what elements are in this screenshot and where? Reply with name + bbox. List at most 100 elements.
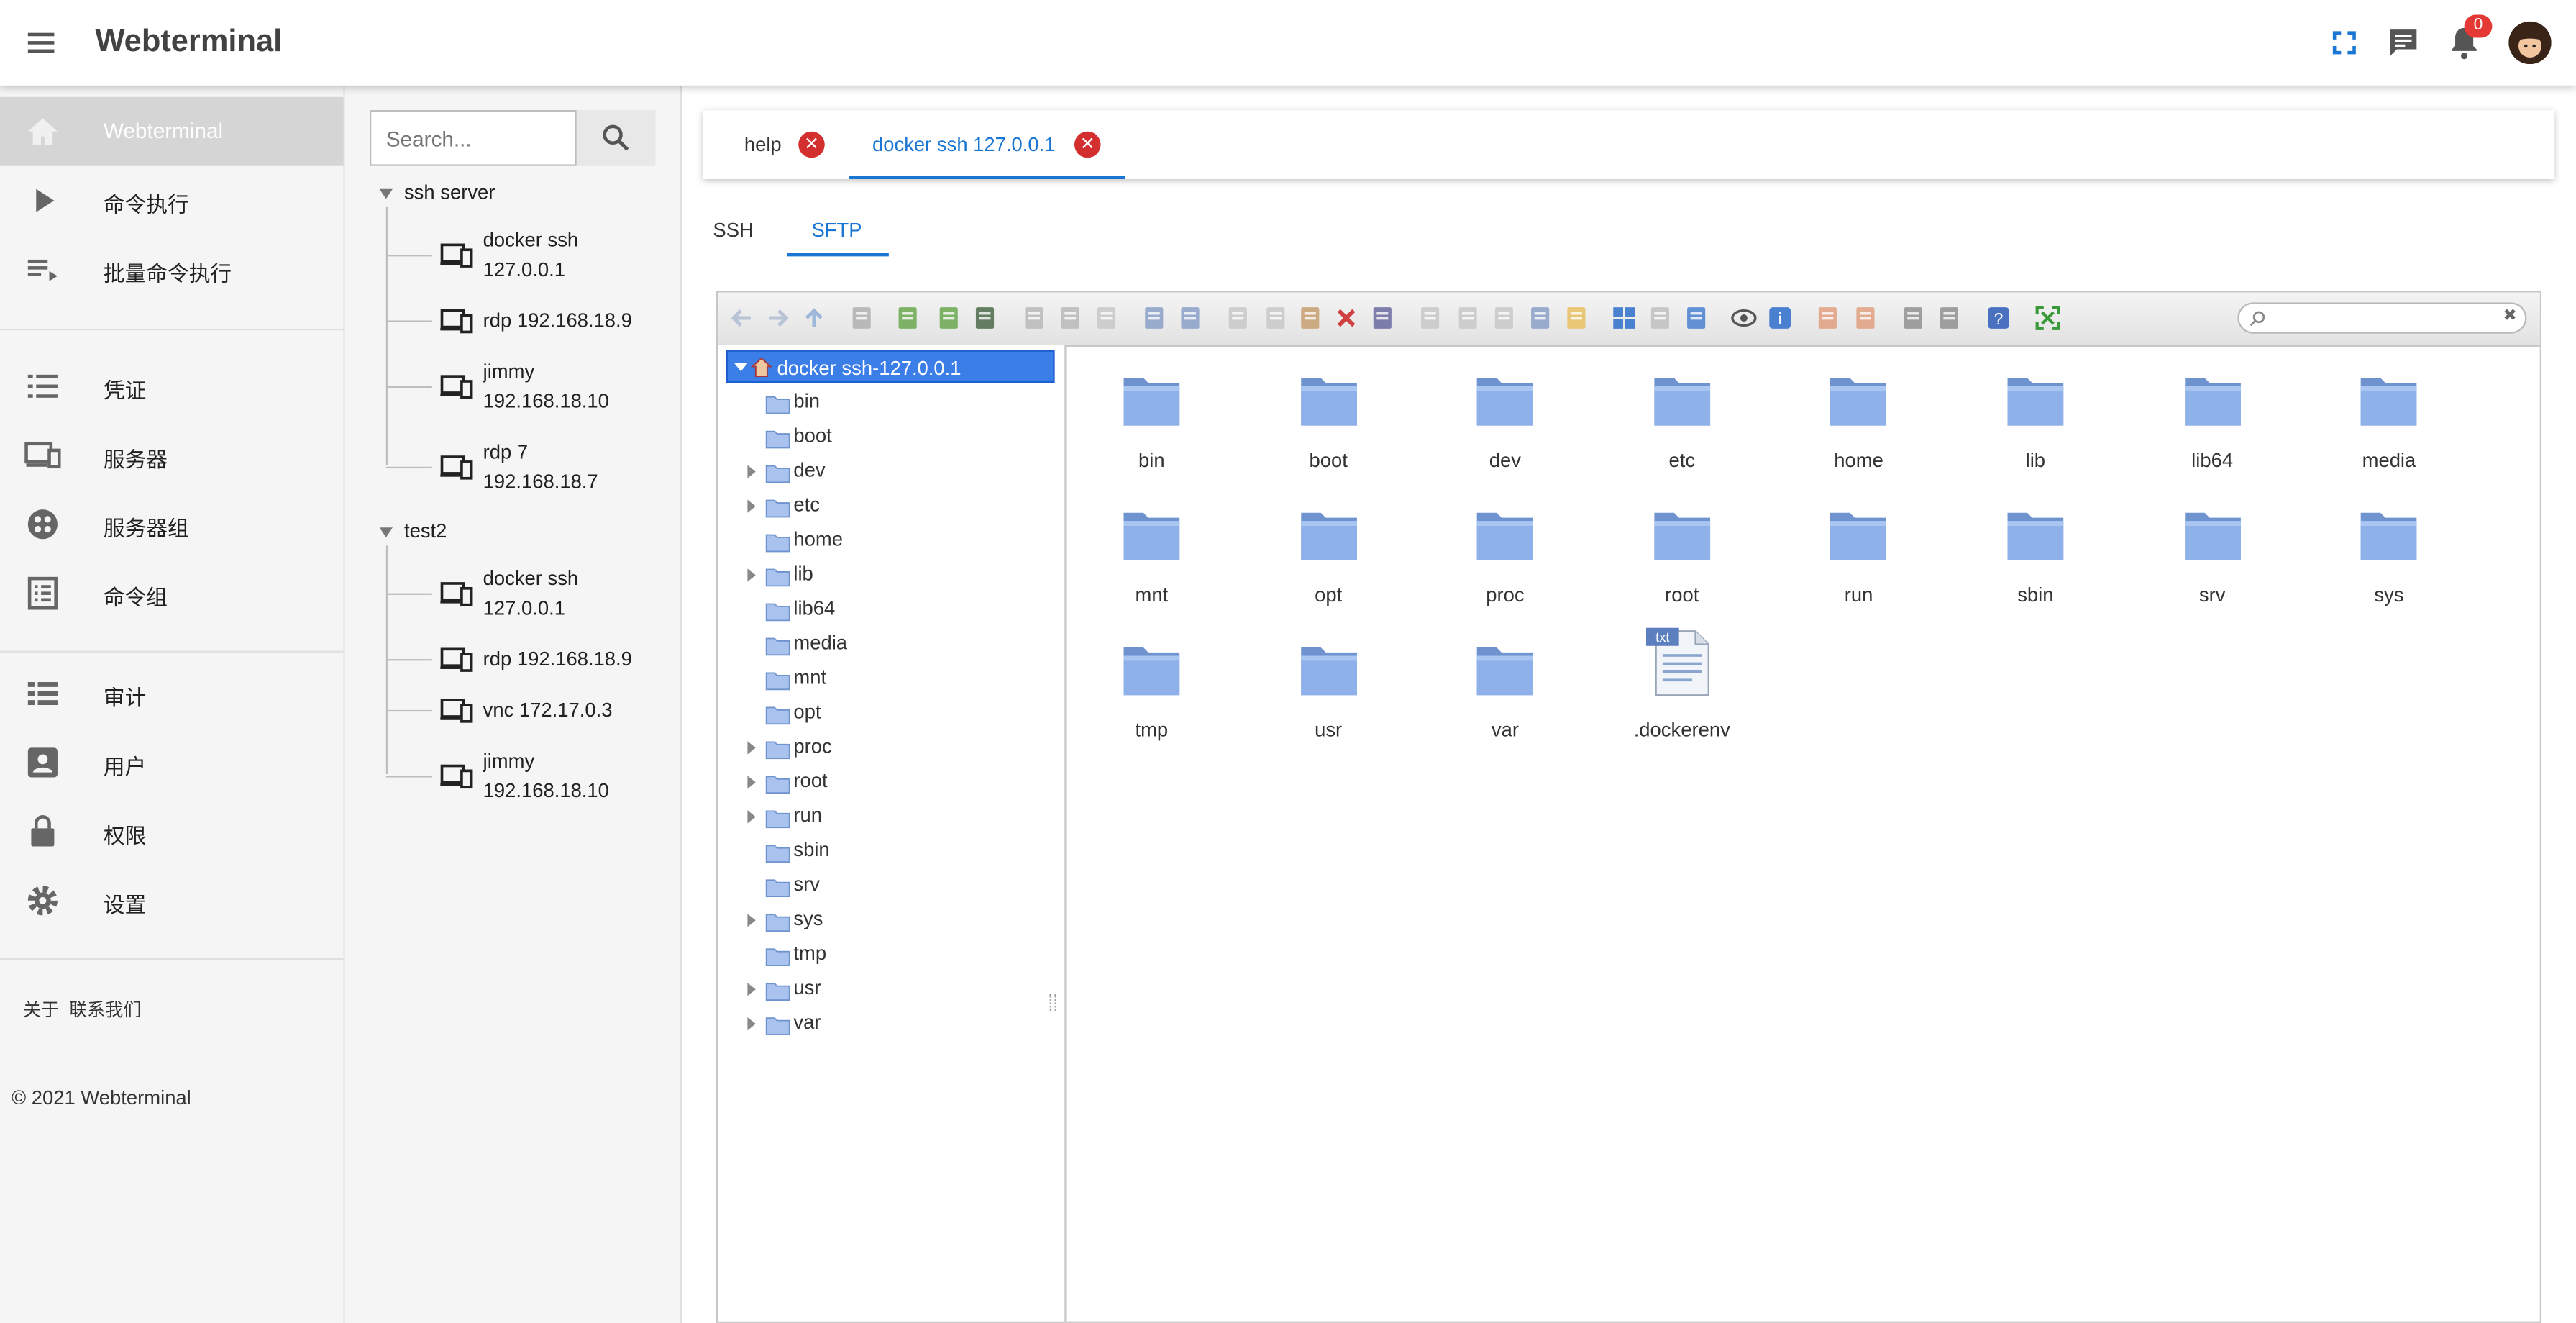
tree-dir-item[interactable]: home	[718, 522, 1063, 557]
folder-item[interactable]: root	[1600, 493, 1764, 624]
download-icon[interactable]	[1056, 304, 1084, 332]
nav-item-4[interactable]: 服务器	[0, 421, 343, 490]
tree-dir-item[interactable]: mnt	[718, 660, 1063, 695]
fullscreen-icon[interactable]	[2324, 23, 2364, 63]
close-tab-icon[interactable]: ✕	[1074, 131, 1101, 158]
nav-item-2[interactable]: 批量命令执行	[0, 235, 343, 304]
server-node[interactable]: jimmy 192.168.18.10	[440, 357, 670, 416]
cut-icon[interactable]	[1261, 304, 1289, 332]
server-group-0[interactable]: ssh server	[379, 181, 495, 204]
back-icon[interactable]	[728, 304, 756, 332]
nav-item-8[interactable]: 用户	[0, 728, 343, 797]
expand-arrow-icon[interactable]	[747, 914, 756, 927]
expand-arrow-icon[interactable]	[747, 465, 756, 478]
tree-dir-item[interactable]: sbin	[718, 833, 1063, 868]
tree-dir-item[interactable]: var	[718, 1006, 1063, 1040]
delete-icon[interactable]	[1333, 304, 1361, 332]
folder-item[interactable]: proc	[1423, 493, 1587, 624]
file-search-input[interactable]: ✖	[2237, 302, 2527, 334]
server-node[interactable]: rdp 192.168.18.9	[440, 644, 670, 673]
tree-dir-item[interactable]: usr	[718, 971, 1063, 1006]
icons-view-icon[interactable]	[1610, 304, 1638, 332]
tree-dir-item[interactable]: opt	[718, 695, 1063, 729]
chat-icon[interactable]	[2384, 23, 2424, 63]
tab-ssh[interactable]: SSH	[703, 204, 769, 256]
folder-item[interactable]: boot	[1246, 358, 1410, 490]
extract-icon[interactable]	[1562, 304, 1590, 332]
edit-icon[interactable]	[1490, 304, 1518, 332]
tree-dir-item[interactable]: proc	[718, 729, 1063, 764]
forward-icon[interactable]	[764, 304, 792, 332]
server-node[interactable]: rdp 192.168.18.9	[440, 306, 670, 335]
tab-docker-ssh[interactable]: docker ssh 127.0.0.1 ✕	[849, 110, 1125, 179]
avatar[interactable]	[2508, 21, 2552, 65]
redo-icon[interactable]	[1177, 304, 1205, 332]
menu-icon[interactable]	[22, 23, 61, 63]
nav-item-3[interactable]: 凭证	[0, 352, 343, 421]
duplicate-icon[interactable]	[1416, 304, 1444, 332]
undo-icon[interactable]	[1140, 304, 1168, 332]
folder-item[interactable]: var	[1423, 628, 1587, 760]
sort-icon[interactable]	[1899, 304, 1927, 332]
tree-dir-item[interactable]: run	[718, 799, 1063, 833]
tab-sftp[interactable]: SFTP	[787, 204, 889, 257]
tree-root-node[interactable]: docker ssh-127.0.0.1	[726, 350, 1055, 383]
nav-item-1[interactable]: 命令执行	[0, 166, 343, 235]
preview-icon[interactable]	[1730, 304, 1758, 332]
folder-item[interactable]: media	[2307, 358, 2471, 490]
folder-item[interactable]: etc	[1600, 358, 1764, 490]
server-group-1[interactable]: test2	[379, 519, 447, 542]
archive-icon[interactable]	[1814, 304, 1842, 332]
nav-item-5[interactable]: 服务器组	[0, 490, 343, 559]
tree-dir-item[interactable]: root	[718, 764, 1063, 799]
tree-dir-item[interactable]: srv	[718, 868, 1063, 902]
server-node[interactable]: rdp 7 192.168.18.7	[440, 437, 670, 496]
tree-dir-item[interactable]: tmp	[718, 937, 1063, 971]
up-icon[interactable]	[800, 304, 828, 332]
expand-arrow-icon[interactable]	[747, 810, 756, 824]
paste-icon[interactable]	[1296, 304, 1324, 332]
tree-dir-item[interactable]: etc	[718, 488, 1063, 522]
folder-item[interactable]: lib	[1953, 358, 2117, 490]
extract-archive-icon[interactable]	[1852, 304, 1880, 332]
rename-icon[interactable]	[1454, 304, 1482, 332]
tree-dir-item[interactable]: dev	[718, 453, 1063, 488]
tree-dir-item[interactable]: lib	[718, 557, 1063, 591]
info-icon[interactable]: i	[1766, 304, 1794, 332]
tree-dir-item[interactable]: bin	[718, 385, 1063, 419]
tree-dir-item[interactable]: sys	[718, 902, 1063, 937]
tree-dir-item[interactable]: media	[718, 626, 1063, 660]
fullscreen-icon[interactable]	[2034, 304, 2062, 332]
nav-item-9[interactable]: 权限	[0, 797, 343, 866]
folder-item[interactable]: mnt	[1069, 493, 1233, 624]
help-icon[interactable]: ?	[1985, 304, 2013, 332]
close-tab-icon[interactable]: ✕	[798, 131, 825, 158]
server-search-input[interactable]	[369, 110, 577, 166]
copy-icon[interactable]	[1224, 304, 1252, 332]
folder-item[interactable]: tmp	[1069, 628, 1233, 760]
nav-item-0[interactable]: Webterminal	[0, 96, 344, 166]
expand-arrow-icon[interactable]	[747, 499, 756, 513]
folder-item[interactable]: opt	[1246, 493, 1410, 624]
upload-icon[interactable]	[971, 304, 999, 332]
folder-item[interactable]: dev	[1423, 358, 1587, 490]
mkdir-icon[interactable]	[894, 304, 922, 332]
tree-dir-item[interactable]: boot	[718, 419, 1063, 454]
expand-arrow-icon[interactable]	[747, 1017, 756, 1031]
resize-icon[interactable]	[1526, 304, 1554, 332]
folder-item[interactable]: sbin	[1953, 493, 2117, 624]
search-button[interactable]	[576, 110, 656, 166]
server-node[interactable]: vnc 172.17.0.3	[440, 695, 670, 724]
folder-item[interactable]: sys	[2307, 493, 2471, 624]
nav-item-6[interactable]: 命令组	[0, 559, 343, 628]
about-link[interactable]: 关于	[23, 996, 59, 1022]
tree-view-icon[interactable]	[1682, 304, 1710, 332]
network-icon[interactable]	[1935, 304, 1963, 332]
server-node[interactable]: docker ssh 127.0.0.1	[440, 564, 670, 623]
empty-icon[interactable]	[1369, 304, 1397, 332]
server-node[interactable]: docker ssh 127.0.0.1	[440, 225, 670, 284]
expand-arrow-icon[interactable]	[747, 776, 756, 789]
folder-item[interactable]: lib64	[2130, 358, 2294, 490]
expand-arrow-icon[interactable]	[747, 983, 756, 996]
folder-item[interactable]: home	[1776, 358, 1940, 490]
